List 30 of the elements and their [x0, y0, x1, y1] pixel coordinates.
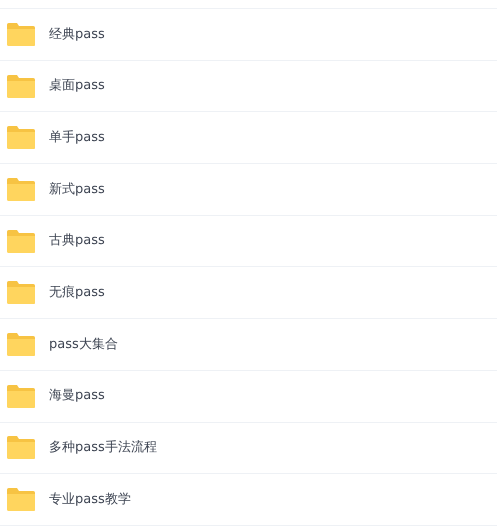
folder-icon: [6, 435, 36, 460]
folder-icon: [6, 176, 36, 202]
folder-icon: [6, 332, 36, 357]
folder-row[interactable]: 古典pass: [0, 216, 497, 268]
folder-row[interactable]: 海曼pass: [0, 370, 497, 422]
folder-row[interactable]: 经典pass: [0, 9, 497, 61]
folder-name: 海曼pass: [49, 387, 105, 406]
folder-icon: [6, 125, 36, 150]
folder-name: 桌面pass: [49, 77, 105, 96]
folder-name: pass大集合: [49, 336, 118, 354]
folder-name: 单手pass: [49, 128, 105, 147]
folder-row[interactable]: 专业pass教学: [0, 474, 497, 526]
folder-icon: [6, 280, 36, 306]
folder-icon: [6, 384, 36, 409]
folder-name: 无痕pass: [49, 284, 105, 302]
folder-row[interactable]: 新式pass: [0, 164, 497, 216]
folder-row[interactable]: 桌面pass: [0, 60, 497, 112]
folder-icon: [6, 487, 36, 512]
folder-icon: [6, 22, 36, 47]
folder-icon: [6, 228, 36, 254]
folder-name: 经典pass: [49, 26, 105, 44]
folder-icon: [6, 74, 36, 99]
folder-name: 新式pass: [49, 180, 105, 199]
folder-row[interactable]: 单手pass: [0, 112, 497, 164]
folder-name: 古典pass: [49, 232, 105, 250]
folder-name: 多种pass手法流程: [49, 439, 157, 458]
folder-name: 专业pass教学: [49, 490, 131, 509]
folder-row[interactable]: 多种pass手法流程: [0, 422, 497, 474]
folder-row[interactable]: pass大集合: [0, 319, 497, 371]
folder-row[interactable]: 无痕pass: [0, 267, 497, 320]
